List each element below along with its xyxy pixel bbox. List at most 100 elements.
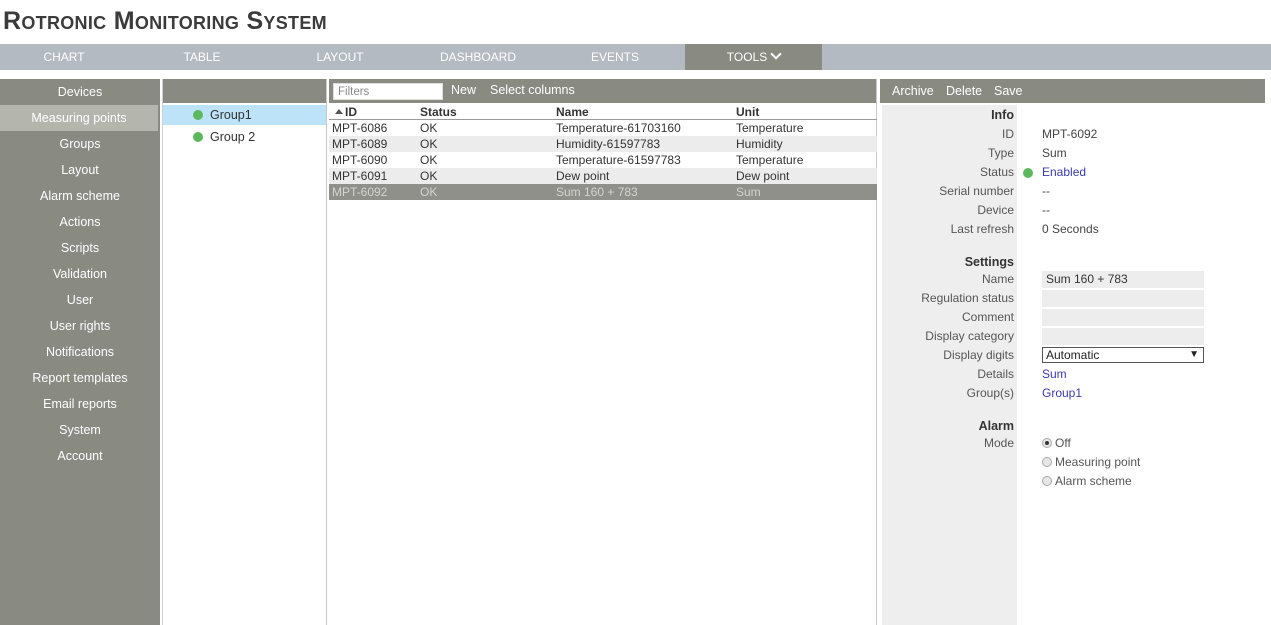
table-row-selected[interactable]: MPT-6092 OK Sum 160 + 783 Sum (329, 184, 877, 200)
detail-row-id: ID MPT-6092 (880, 125, 1271, 144)
group-item-group1[interactable]: Group1 (163, 105, 326, 125)
mode-radio-off[interactable]: Off (1042, 434, 1071, 452)
cell-name: Sum 160 + 783 (556, 184, 736, 200)
display-digits-value: Automatic (1046, 348, 1100, 362)
tab-table[interactable]: TABLE (138, 44, 266, 70)
table-row[interactable]: MPT-6091 OK Dew point Dew point (329, 168, 877, 184)
tab-tools[interactable]: TOOLS (685, 44, 822, 70)
cell-status: OK (420, 153, 438, 167)
detail-toolbar: Archive Delete Save (880, 79, 1265, 103)
groups-panel: Group1 Group 2 (162, 79, 327, 625)
cell-unit: Dew point (736, 168, 877, 184)
cell-unit: Temperature (736, 121, 804, 135)
table-row[interactable]: MPT-6086 OK Temperature-61703160 Tempera… (329, 120, 877, 137)
sidebar-item-validation[interactable]: Validation (0, 261, 160, 287)
archive-button[interactable]: Archive (892, 79, 934, 103)
tab-dashboard[interactable]: DASHBOARD (414, 44, 542, 70)
comment-label: Comment (961, 310, 1014, 324)
name-label: Name (981, 272, 1014, 286)
comment-input[interactable] (1042, 309, 1204, 326)
mode-option-label: Alarm scheme (1055, 474, 1132, 488)
top-navigation: CHART TABLE LAYOUT DASHBOARD EVENTS TOOL… (0, 44, 1271, 70)
status-dot-icon (193, 132, 203, 142)
detail-row-groups: Group(s) Group1 (880, 384, 1271, 403)
sidebar-item-report-templates[interactable]: Report templates (0, 365, 160, 391)
save-button[interactable]: Save (994, 79, 1023, 103)
column-header-label: ID (345, 105, 357, 119)
serial-number-value: -- (1042, 184, 1050, 198)
cell-id: MPT-6090 (332, 153, 388, 167)
groups-link[interactable]: Group1 (1042, 384, 1082, 403)
display-digits-label: Display digits (943, 348, 1014, 362)
regulation-status-label: Regulation status (921, 291, 1014, 305)
id-value: MPT-6092 (1042, 127, 1098, 141)
cell-id: MPT-6089 (329, 136, 420, 152)
regulation-status-input[interactable] (1042, 290, 1204, 307)
display-digits-select[interactable]: Automatic ▼ (1042, 347, 1204, 363)
cell-status: OK (420, 184, 556, 200)
alarm-section-title: Alarm (978, 419, 1014, 433)
info-section-title: Info (991, 108, 1014, 122)
detail-row-type: Type Sum (880, 144, 1271, 163)
column-header-id[interactable]: ID (329, 105, 420, 120)
sidebar-item-devices[interactable]: Devices (0, 79, 160, 105)
table-row[interactable]: MPT-6089 OK Humidity-61597783 Humidity (329, 136, 877, 152)
sidebar: Devices Measuring points Groups Layout A… (0, 79, 160, 625)
cell-status: OK (420, 136, 556, 152)
sidebar-item-alarm-scheme[interactable]: Alarm scheme (0, 183, 160, 209)
detail-row-details: Details Sum (880, 365, 1271, 384)
tab-tools-label: TOOLS (726, 50, 768, 64)
sidebar-item-user[interactable]: User (0, 287, 160, 313)
type-value: Sum (1042, 146, 1067, 160)
sidebar-item-measuring-points[interactable]: Measuring points (0, 105, 158, 131)
measuring-points-table: ID Status Name Unit MPT-6086 OK Temperat… (329, 105, 877, 200)
details-link[interactable]: Sum (1042, 365, 1067, 384)
name-input[interactable] (1042, 271, 1204, 288)
mode-option-label: Off (1055, 436, 1071, 450)
dropdown-arrow-icon: ▼ (1189, 349, 1199, 360)
sidebar-item-email-reports[interactable]: Email reports (0, 391, 160, 417)
table-header-row: ID Status Name Unit (329, 105, 877, 120)
group-label: Group1 (210, 108, 252, 122)
radio-unchecked-icon (1042, 475, 1052, 486)
detail-panel: Archive Delete Save Info ID MPT-6092 Typ… (880, 79, 1271, 625)
status-dot-icon (1023, 168, 1033, 178)
mode-option-label: Measuring point (1055, 455, 1141, 469)
serial-number-label: Serial number (939, 184, 1014, 198)
sidebar-item-notifications[interactable]: Notifications (0, 339, 160, 365)
group-item-group2[interactable]: Group 2 (163, 127, 326, 147)
status-label: Status (979, 165, 1014, 179)
tab-chart[interactable]: CHART (0, 44, 128, 70)
cell-id: MPT-6091 (329, 168, 420, 184)
detail-row-status: Status Enabled (880, 163, 1271, 182)
filters-input[interactable] (333, 83, 443, 100)
app-title: Rotronic Monitoring System (3, 7, 327, 35)
sidebar-item-system[interactable]: System (0, 417, 160, 443)
display-category-input[interactable] (1042, 328, 1204, 345)
table-row[interactable]: MPT-6090 OK Temperature-61597783 Tempera… (329, 152, 877, 168)
settings-section-title: Settings (964, 255, 1014, 269)
sidebar-item-account[interactable]: Account (0, 443, 160, 469)
tab-layout[interactable]: LAYOUT (276, 44, 404, 70)
sidebar-item-layout[interactable]: Layout (0, 157, 160, 183)
cell-id: MPT-6086 (332, 121, 388, 135)
mode-radio-alarm-scheme[interactable]: Alarm scheme (1042, 472, 1132, 490)
delete-button[interactable]: Delete (946, 79, 982, 103)
chevron-down-icon (770, 48, 782, 60)
sidebar-item-user-rights[interactable]: User rights (0, 313, 160, 339)
status-value[interactable]: Enabled (1042, 163, 1086, 182)
mode-radio-measuring-point[interactable]: Measuring point (1042, 453, 1140, 471)
column-header-status[interactable]: Status (420, 105, 556, 120)
sidebar-item-actions[interactable]: Actions (0, 209, 160, 235)
sidebar-item-scripts[interactable]: Scripts (0, 235, 160, 261)
group-label: Group 2 (210, 130, 256, 144)
sidebar-item-groups[interactable]: Groups (0, 131, 160, 157)
column-header-name[interactable]: Name (556, 105, 736, 120)
select-columns-button[interactable]: Select columns (490, 79, 575, 101)
type-label: Type (987, 146, 1014, 160)
cell-name: Temperature-61703160 (556, 121, 681, 135)
new-button[interactable]: New (451, 79, 476, 101)
column-header-unit[interactable]: Unit (736, 105, 877, 120)
tab-events[interactable]: EVENTS (551, 44, 679, 70)
cell-unit: Sum (736, 184, 877, 200)
